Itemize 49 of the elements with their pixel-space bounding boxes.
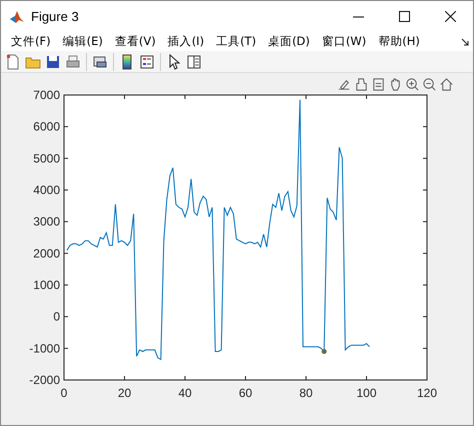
- menu-item[interactable]: 插入(I): [162, 34, 210, 50]
- y-tick-label: 1000: [33, 278, 60, 292]
- zoom-out-button[interactable]: [422, 77, 437, 92]
- export-button[interactable]: [371, 77, 386, 92]
- brush-button[interactable]: [337, 77, 352, 92]
- menu-item[interactable]: 文件(F): [5, 34, 57, 50]
- x-tick-label: 80: [299, 386, 313, 400]
- menu-item[interactable]: 编辑(E): [56, 34, 109, 50]
- save-icon: [45, 54, 61, 70]
- close-icon: [444, 11, 456, 22]
- x-tick-label: 100: [356, 386, 377, 400]
- menu-item[interactable]: 桌面(D): [262, 34, 316, 50]
- menu-item[interactable]: 查看(V): [108, 34, 162, 50]
- y-tick-label: 3000: [33, 214, 60, 229]
- zoom-out-icon: [422, 77, 437, 92]
- legend-icon: [139, 54, 155, 70]
- zoom-in-icon: [405, 77, 420, 92]
- new-file-icon: [5, 54, 21, 70]
- print-preview-icon: [92, 54, 108, 70]
- y-tick-label: 4000: [33, 183, 60, 197]
- app-logo-icon: [9, 8, 25, 24]
- home-button[interactable]: [439, 77, 454, 92]
- menu-item[interactable]: 窗口(W): [316, 34, 372, 50]
- zoom-in-button[interactable]: [405, 77, 420, 92]
- x-tick-label: 20: [118, 386, 132, 400]
- y-tick-label: 5000: [33, 151, 60, 166]
- y-tick-label: 2000: [33, 246, 60, 260]
- x-tick-label: 60: [238, 386, 252, 400]
- data-tip-button[interactable]: [354, 77, 369, 92]
- x-tick-label: 40: [178, 386, 192, 400]
- printer-icon: [65, 54, 81, 70]
- panel-icon: [186, 54, 202, 70]
- x-tick-label: 120: [416, 386, 438, 400]
- y-tick-label: 7000: [33, 88, 60, 102]
- y-tick-label: -1000: [29, 341, 60, 356]
- data-point-marker: [322, 349, 327, 354]
- menu-item[interactable]: 工具(T): [210, 34, 262, 50]
- chevron-icon[interactable]: [461, 38, 469, 46]
- y-tick-label: 0: [53, 310, 60, 324]
- y-tick-label: 6000: [33, 120, 60, 134]
- export-icon: [371, 77, 386, 92]
- window-title: Figure 3: [31, 9, 80, 24]
- menu-item[interactable]: 帮助(H): [372, 34, 426, 50]
- y-tick-label: -2000: [29, 373, 60, 387]
- x-tick-label: 0: [60, 386, 68, 400]
- maximize-icon: [398, 11, 410, 22]
- home-icon: [439, 77, 454, 92]
- brush-icon: [337, 77, 352, 92]
- data-tip-icon: [354, 77, 369, 92]
